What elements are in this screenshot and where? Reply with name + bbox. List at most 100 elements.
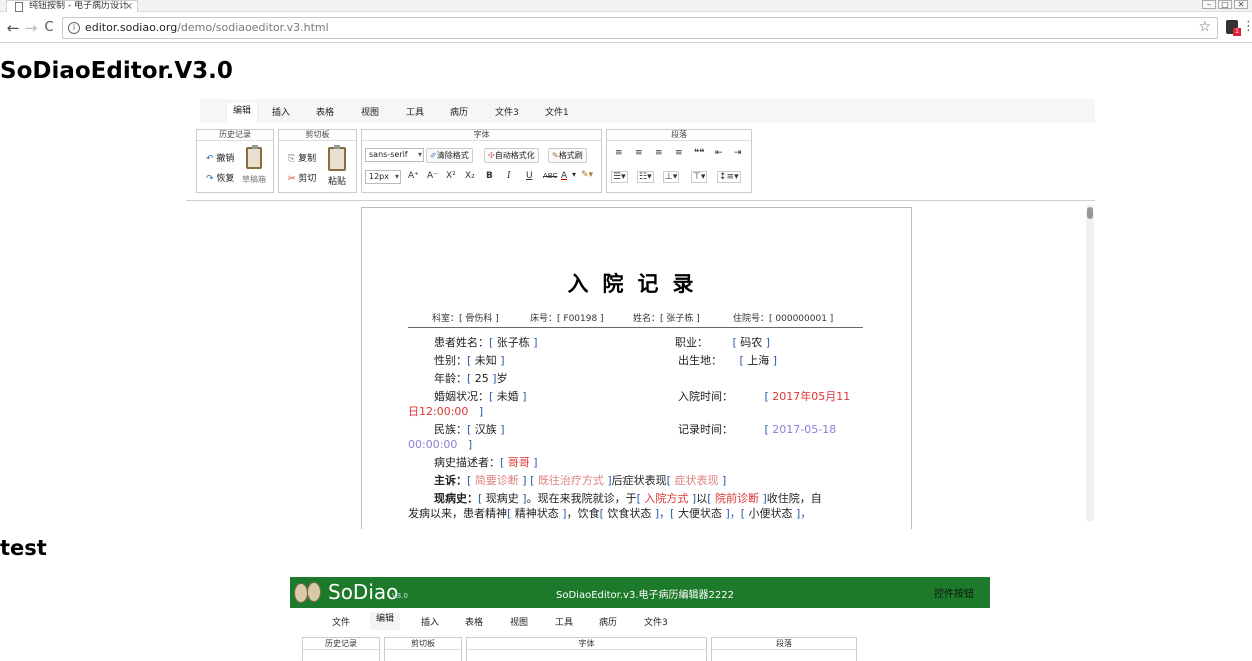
back-button[interactable]: ← xyxy=(4,19,22,37)
present-illness-field[interactable]: 现病史 xyxy=(486,492,519,505)
baseline-icon[interactable]: ⊥▾ xyxy=(663,171,680,183)
menu-table[interactable]: 表格 xyxy=(316,105,334,118)
bold-icon[interactable]: B xyxy=(486,171,493,181)
menu2-record[interactable]: 病历 xyxy=(599,615,617,628)
copy-button[interactable]: ⎘ 复制 xyxy=(288,151,316,165)
menu2-table[interactable]: 表格 xyxy=(465,615,483,628)
numbered-list-icon[interactable]: ☷▾ xyxy=(637,171,654,183)
control-button[interactable]: 控件按钮 xyxy=(934,585,974,600)
paste-icon[interactable] xyxy=(328,145,346,171)
align-center-icon[interactable]: ≡ xyxy=(635,148,643,158)
url-input[interactable]: i editor.sodiao.org/demo/sodiaoeditor.v3… xyxy=(62,17,1218,39)
line-height-icon[interactable]: ↕≡▾ xyxy=(717,171,741,183)
tab-close-icon[interactable]: × xyxy=(125,1,133,12)
blockquote-icon[interactable]: ❝❝ xyxy=(694,148,705,158)
admit-time-field-cont[interactable]: 日12:00:00 xyxy=(408,405,468,418)
meta-inpatient-value[interactable]: [ 000000001 ] xyxy=(769,314,833,324)
redo-button[interactable]: ↷ 恢复 xyxy=(206,171,234,185)
font-color-icon[interactable]: A xyxy=(561,171,567,181)
browser-menu-icon[interactable]: ⋮ xyxy=(1242,20,1252,34)
present-text: 。现在来我院就诊，于 xyxy=(526,492,637,505)
meta-dept-value[interactable]: [ 骨伤科 ] xyxy=(459,314,499,324)
symptom-field[interactable]: 症状表现 xyxy=(674,474,718,487)
diet-field[interactable]: 饮食状态 xyxy=(607,507,651,520)
font-family-select[interactable]: sans-serif xyxy=(365,148,424,162)
superscript-icon[interactable]: X² xyxy=(446,171,456,181)
document-page[interactable]: 入院记录 科室：[ 骨伤科 ] 床号：[ F00198 ] 姓名：[ 张子栋 ]… xyxy=(361,207,912,529)
underline-icon[interactable]: U xyxy=(526,171,533,181)
menu-file3[interactable]: 文件3 xyxy=(495,105,519,118)
auto-format-button[interactable]: ✣自动格式化 xyxy=(484,148,539,163)
menu-record[interactable]: 病历 xyxy=(450,105,468,118)
italic-icon[interactable]: I xyxy=(507,171,511,181)
font-color-dropdown-icon[interactable]: ▾ xyxy=(572,170,576,179)
record-time-field-cont[interactable]: 00:00:00 xyxy=(408,438,457,451)
cut-button[interactable]: ✂ 剪切 xyxy=(288,171,316,185)
record-time-field[interactable]: 2017-05-18 xyxy=(772,423,836,436)
browser-tab[interactable]: 纯钮按制 - 电子病历设计 × xyxy=(6,0,138,12)
menu-file1[interactable]: 文件1 xyxy=(545,105,569,118)
scrollbar-thumb[interactable] xyxy=(1087,207,1093,219)
marital-field[interactable]: 未婚 xyxy=(497,390,519,403)
gender-field[interactable]: 未知 xyxy=(475,354,497,367)
bracket: ] [ xyxy=(518,474,538,487)
menu2-file[interactable]: 文件 xyxy=(332,615,350,628)
bullet-list-icon[interactable]: ☰▾ xyxy=(611,171,628,183)
job-field[interactable]: 码农 xyxy=(740,336,762,349)
menu2-tools[interactable]: 工具 xyxy=(555,615,573,628)
bookmark-star-icon[interactable]: ☆ xyxy=(1198,19,1211,35)
menu-view[interactable]: 视图 xyxy=(361,105,379,118)
outdent-icon[interactable]: ⇤ xyxy=(715,148,723,158)
strikethrough-icon[interactable]: ABC xyxy=(543,172,557,180)
brief-diagnosis-field[interactable]: 简要诊断 xyxy=(475,474,519,487)
align-left-icon[interactable]: ≡ xyxy=(615,148,623,158)
undo-button[interactable]: ↶ 撤销 xyxy=(206,151,234,165)
clear-format-button[interactable]: ✐清除格式 xyxy=(426,148,473,163)
admission-method-field[interactable]: 入院方式 xyxy=(644,492,688,505)
menu-edit[interactable]: 编辑 xyxy=(226,103,259,123)
birthplace-field[interactable]: 上海 xyxy=(747,354,769,367)
ethnicity-field[interactable]: 汉族 xyxy=(475,423,497,436)
meta-name-value[interactable]: [ 张子栋 ] xyxy=(660,314,700,324)
info-icon[interactable]: i xyxy=(68,22,80,34)
menu-tools[interactable]: 工具 xyxy=(406,105,424,118)
stool-field[interactable]: 大便状态 xyxy=(678,507,722,520)
draft-box-label[interactable]: 草稿箱 xyxy=(242,174,266,185)
menu2-insert[interactable]: 插入 xyxy=(421,615,439,628)
highlight-icon[interactable]: ✎▾ xyxy=(581,170,593,180)
urine-field[interactable]: 小便状态 xyxy=(749,507,793,520)
meta-bed-value[interactable]: [ F00198 ] xyxy=(557,314,604,324)
patient-name-line: 患者姓名：[ 张子栋 ] xyxy=(434,335,538,350)
spirit-field[interactable]: 精神状态 xyxy=(515,507,559,520)
font-shrink-icon[interactable]: A⁻ xyxy=(427,171,438,181)
bracket: ] xyxy=(467,438,473,451)
pre-hospital-diagnosis-field[interactable]: 院前诊断 xyxy=(715,492,759,505)
patient-name-field[interactable]: 张子栋 xyxy=(497,336,530,349)
subscript-icon[interactable]: X₂ xyxy=(465,171,475,181)
editor-ribbon: 历史记录 ↶ 撤销 ↷ 恢复 草稿箱 剪切板 ⎘ 复制 ✂ 剪切 粘贴 字体 s… xyxy=(186,123,1095,199)
maximize-button[interactable]: □ xyxy=(1218,0,1232,9)
paste-label[interactable]: 粘贴 xyxy=(328,174,346,187)
menu2-edit[interactable]: 编辑 xyxy=(370,612,401,630)
previous-treatment-field[interactable]: 既往治疗方式 xyxy=(538,474,604,487)
chief-after-text: 后症状表现 xyxy=(611,474,667,487)
format-painter-button[interactable]: ✎格式刷 xyxy=(548,148,587,163)
font-grow-icon[interactable]: A⁺ xyxy=(408,171,419,181)
reload-button[interactable]: C xyxy=(40,20,58,35)
align-right-icon[interactable]: ≡ xyxy=(655,148,663,158)
font-size-select[interactable]: 12px xyxy=(365,170,401,184)
admit-time-field[interactable]: 2017年05月11 xyxy=(772,390,850,403)
age-field[interactable]: 25 xyxy=(475,372,489,385)
document-scrollbar[interactable] xyxy=(1086,204,1094,522)
menu2-view[interactable]: 视图 xyxy=(510,615,528,628)
history-narrator-field[interactable]: 哥哥 xyxy=(508,456,530,469)
menu2-file3[interactable]: 文件3 xyxy=(644,615,668,628)
forward-button[interactable]: → xyxy=(22,19,40,37)
justify-icon[interactable]: ≡ xyxy=(675,148,683,158)
minimize-button[interactable]: – xyxy=(1202,0,1216,9)
draft-box-icon[interactable] xyxy=(246,145,262,169)
indent-icon[interactable]: ⇥ xyxy=(734,148,742,158)
paragraph-spacing-icon[interactable]: ⊤▾ xyxy=(691,171,708,183)
close-window-button[interactable]: ✕ xyxy=(1234,0,1248,9)
menu-insert[interactable]: 插入 xyxy=(272,105,290,118)
